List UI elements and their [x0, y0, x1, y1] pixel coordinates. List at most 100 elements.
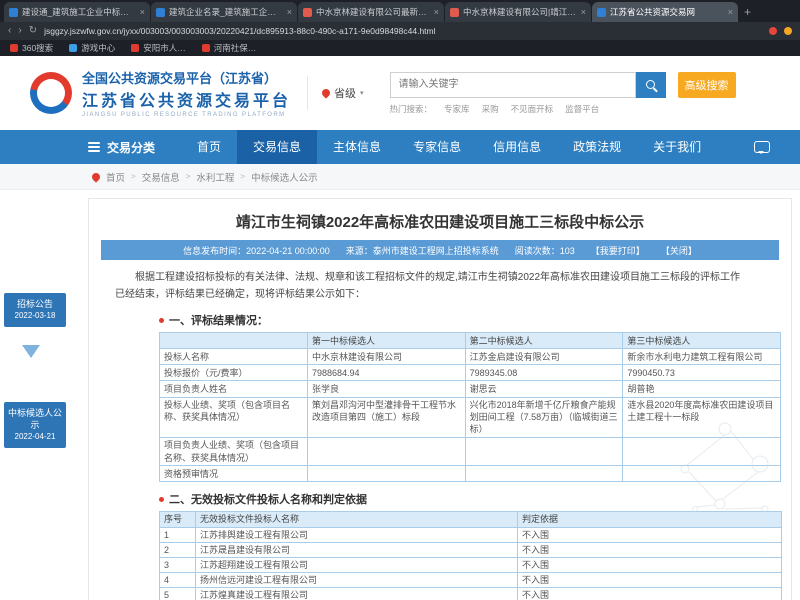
chevron-down-icon: ▾ — [360, 89, 364, 97]
hot-search-link[interactable]: 监督平台 — [565, 103, 599, 115]
row-label: 投标人业绩、奖项（包含项目名称、获奖具体情况） — [160, 397, 308, 437]
header-cell: 第三中标候选人 — [623, 333, 781, 349]
tab-title: 江苏省公共资源交易网 — [610, 6, 724, 18]
article-intro: 根据工程建设招标投标的有关法律、法规、规章和该工程招标文件的规定,靖江市生祠镇2… — [115, 270, 747, 303]
cell: 7988684.94 — [308, 365, 466, 381]
location-pin-icon — [320, 87, 331, 98]
advanced-search-button[interactable]: 高级搜索 — [678, 72, 736, 98]
browser-tab-active[interactable]: 江苏省公共资源交易网 × — [592, 2, 738, 22]
close-button[interactable]: 【关闭】 — [661, 244, 697, 257]
browser-chrome: 建设通_建筑施工企业中标、资质… × 建筑企业名录_建筑施工企业信誉 × 中水京… — [0, 0, 800, 56]
address-bar[interactable]: jsggzy.jszwfw.gov.cn/jyxx/003003/0030030… — [44, 26, 762, 36]
extension-icon[interactable] — [784, 27, 792, 35]
table-header-row: 第一中标候选人 第二中标候选人 第三中标候选人 — [160, 333, 781, 349]
bookmark-item[interactable]: 河南社保… — [202, 42, 257, 54]
nav-item-subject-info[interactable]: 主体信息 — [317, 130, 397, 164]
forward-icon[interactable]: › — [18, 26, 21, 36]
region-label: 省级 — [334, 85, 356, 101]
breadcrumb: 首页 > 交易信息 > 水利工程 > 中标候选人公示 — [0, 164, 800, 190]
cell: 胡普艳 — [623, 381, 781, 397]
tab-close-icon[interactable]: × — [287, 7, 292, 17]
tab-close-icon[interactable]: × — [728, 7, 733, 17]
browser-tab[interactable]: 建设通_建筑施工企业中标、资质… × — [4, 2, 150, 22]
tab-title: 中水京林建设有限公司最新中… — [316, 6, 430, 18]
nav-item-expert-info[interactable]: 专家信息 — [397, 130, 477, 164]
search-button[interactable] — [636, 72, 666, 98]
nav-item-trade-info[interactable]: 交易信息 — [237, 130, 317, 164]
cell: 张学良 — [308, 381, 466, 397]
cell: 中水京林建设有限公司 — [308, 349, 466, 365]
timeline-badge-winner-announcement[interactable]: 中标候选人公示 2022-04-21 — [4, 402, 66, 448]
browser-tab[interactable]: 建筑企业名录_建筑施工企业信誉 × — [151, 2, 297, 22]
address-bar-row: ‹ › ↻ jsggzy.jszwfw.gov.cn/jyxx/003003/0… — [0, 22, 800, 40]
header-cell: 第二中标候选人 — [465, 333, 623, 349]
site-logo — [30, 72, 72, 114]
tab-close-icon[interactable]: × — [140, 7, 145, 17]
tab-favicon — [156, 8, 165, 17]
bookmark-favicon — [202, 44, 210, 52]
new-tab-button[interactable]: + — [744, 5, 751, 19]
extension-icon[interactable] — [769, 27, 777, 35]
timeline-date: 2022-04-21 — [6, 432, 64, 443]
search-input[interactable] — [390, 72, 636, 98]
hot-search-link[interactable]: 采购 — [482, 103, 499, 115]
table-row: 3江苏超翔建设工程有限公司不入围 — [160, 557, 782, 572]
bookmark-favicon — [69, 44, 77, 52]
breadcrumb-separator: > — [240, 172, 245, 181]
cell: 4 — [160, 572, 196, 587]
nav-item-credit-info[interactable]: 信用信息 — [477, 130, 557, 164]
nav-item-home[interactable]: 首页 — [181, 130, 237, 164]
breadcrumb-home[interactable]: 首页 — [106, 170, 125, 184]
site-title-block: 全国公共资源交易平台（江苏省） 江苏省公共资源交易平台 JIANGSU PUBL… — [82, 68, 291, 118]
cell: 不入围 — [518, 542, 782, 557]
row-label: 投标人名称 — [160, 349, 308, 365]
row-label: 资格预审情况 — [160, 466, 308, 482]
source: 来源：泰州市建设工程网上招投标系统 — [346, 244, 499, 257]
header-cell: 无效投标文件投标人名称 — [196, 512, 518, 527]
tab-close-icon[interactable]: × — [434, 7, 439, 17]
header-cell: 第一中标候选人 — [308, 333, 466, 349]
browser-tab[interactable]: 中水京林建设有限公司|靖江市… × — [445, 2, 591, 22]
bookmark-bar: 360搜索 游戏中心 安阳市人… 河南社保… — [0, 40, 800, 56]
bookmark-favicon — [10, 44, 18, 52]
breadcrumb-trade-info[interactable]: 交易信息 — [142, 170, 180, 184]
back-icon[interactable]: ‹ — [8, 26, 11, 36]
cell: 3 — [160, 557, 196, 572]
bookmark-item[interactable]: 游戏中心 — [69, 42, 115, 54]
table-row: 投标报价（元/费率） 7988684.94 7989345.08 7990450… — [160, 365, 781, 381]
section-title: 二、无效投标文件投标人名称和判定依据 — [169, 491, 367, 507]
message-icon[interactable] — [754, 141, 770, 153]
location-pin-icon — [90, 171, 101, 182]
hot-search-link[interactable]: 不见面开标 — [511, 103, 554, 115]
bookmark-item[interactable]: 安阳市人… — [131, 42, 186, 54]
bookmark-label: 游戏中心 — [81, 42, 115, 54]
network-decoration — [665, 409, 785, 529]
table-row: 项目负责人姓名 张学良 谢思云 胡普艳 — [160, 381, 781, 397]
region-selector[interactable]: 省级 ▾ — [307, 76, 364, 110]
hot-search-link[interactable]: 专家库 — [444, 103, 470, 115]
article-meta-bar: 信息发布时间：2022-04-21 00:00:00 来源：泰州市建设工程网上招… — [101, 240, 779, 260]
search-icon — [646, 80, 655, 89]
bookmark-label: 360搜索 — [22, 42, 53, 54]
nav-item-about[interactable]: 关于我们 — [637, 130, 717, 164]
reload-icon[interactable]: ↻ — [29, 26, 37, 36]
print-button[interactable]: 【我要打印】 — [591, 244, 645, 257]
breadcrumb-water-projects[interactable]: 水利工程 — [196, 170, 234, 184]
browser-tab[interactable]: 中水京林建设有限公司最新中… × — [298, 2, 444, 22]
cell: 不入围 — [518, 527, 782, 542]
nav-category-label: 交易分类 — [107, 139, 155, 156]
cell: 扬州信远河建设工程有限公司 — [196, 572, 518, 587]
tab-close-icon[interactable]: × — [581, 7, 586, 17]
cell: 不入围 — [518, 588, 782, 600]
tab-bar: 建设通_建筑施工企业中标、资质… × 建筑企业名录_建筑施工企业信誉 × 中水京… — [0, 0, 800, 22]
tab-favicon — [597, 8, 606, 17]
table-row: 4扬州信远河建设工程有限公司不入围 — [160, 572, 782, 587]
nav-category-button[interactable]: 交易分类 — [88, 139, 155, 156]
bookmark-item[interactable]: 360搜索 — [10, 42, 53, 54]
timeline-badge-tender-notice[interactable]: 招标公告 2022-03-18 — [4, 293, 66, 327]
menu-icon — [88, 140, 100, 154]
bullet-icon — [159, 497, 164, 502]
timeline-label: 中标候选人公示 — [8, 408, 62, 430]
cell: 兴化市2018年新增千亿斤粮食产能规划田间工程（7.58万亩）（临城街道三标） — [465, 397, 623, 437]
nav-item-policy[interactable]: 政策法规 — [557, 130, 637, 164]
